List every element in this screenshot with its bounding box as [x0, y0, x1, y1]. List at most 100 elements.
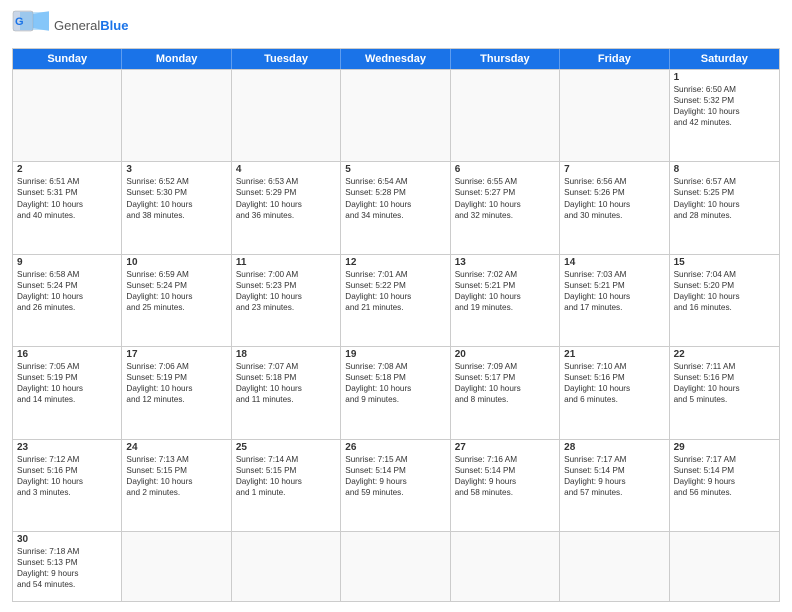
- day-headers: SundayMondayTuesdayWednesdayThursdayFrid…: [13, 49, 779, 69]
- calendar-cell: 14Sunrise: 7:03 AM Sunset: 5:21 PM Dayli…: [560, 255, 669, 346]
- cell-info: Sunrise: 7:04 AM Sunset: 5:20 PM Dayligh…: [674, 269, 775, 313]
- calendar-cell: 17Sunrise: 7:06 AM Sunset: 5:19 PM Dayli…: [122, 347, 231, 438]
- calendar-cell: 11Sunrise: 7:00 AM Sunset: 5:23 PM Dayli…: [232, 255, 341, 346]
- calendar-cell: 4Sunrise: 6:53 AM Sunset: 5:29 PM Daylig…: [232, 162, 341, 253]
- cell-info: Sunrise: 7:15 AM Sunset: 5:14 PM Dayligh…: [345, 454, 445, 498]
- day-header-monday: Monday: [122, 49, 231, 69]
- day-header-thursday: Thursday: [451, 49, 560, 69]
- week-row-0: 1Sunrise: 6:50 AM Sunset: 5:32 PM Daylig…: [13, 69, 779, 161]
- cell-day-number: 30: [17, 534, 117, 545]
- cell-day-number: 2: [17, 164, 117, 175]
- day-header-tuesday: Tuesday: [232, 49, 341, 69]
- calendar-cell: [560, 70, 669, 161]
- cell-info: Sunrise: 7:18 AM Sunset: 5:13 PM Dayligh…: [17, 546, 117, 590]
- calendar-cell: 23Sunrise: 7:12 AM Sunset: 5:16 PM Dayli…: [13, 440, 122, 531]
- cell-day-number: 27: [455, 442, 555, 453]
- cell-info: Sunrise: 6:52 AM Sunset: 5:30 PM Dayligh…: [126, 176, 226, 220]
- cell-day-number: 18: [236, 349, 336, 360]
- cell-info: Sunrise: 6:54 AM Sunset: 5:28 PM Dayligh…: [345, 176, 445, 220]
- calendar-cell: 9Sunrise: 6:58 AM Sunset: 5:24 PM Daylig…: [13, 255, 122, 346]
- calendar-cell: [122, 532, 231, 601]
- calendar-cell: 5Sunrise: 6:54 AM Sunset: 5:28 PM Daylig…: [341, 162, 450, 253]
- calendar-cell: 20Sunrise: 7:09 AM Sunset: 5:17 PM Dayli…: [451, 347, 560, 438]
- calendar-cell: [451, 70, 560, 161]
- cell-info: Sunrise: 7:02 AM Sunset: 5:21 PM Dayligh…: [455, 269, 555, 313]
- cell-info: Sunrise: 7:03 AM Sunset: 5:21 PM Dayligh…: [564, 269, 664, 313]
- calendar-cell: 26Sunrise: 7:15 AM Sunset: 5:14 PM Dayli…: [341, 440, 450, 531]
- cell-day-number: 25: [236, 442, 336, 453]
- cell-day-number: 1: [674, 72, 775, 83]
- cell-day-number: 19: [345, 349, 445, 360]
- cell-day-number: 17: [126, 349, 226, 360]
- calendar-cell: [13, 70, 122, 161]
- calendar-cell: 24Sunrise: 7:13 AM Sunset: 5:15 PM Dayli…: [122, 440, 231, 531]
- page: G GeneralBlue SundayMondayTuesdayWednesd…: [0, 0, 792, 612]
- cell-info: Sunrise: 6:51 AM Sunset: 5:31 PM Dayligh…: [17, 176, 117, 220]
- cell-day-number: 16: [17, 349, 117, 360]
- cell-day-number: 10: [126, 257, 226, 268]
- cell-day-number: 15: [674, 257, 775, 268]
- cell-day-number: 13: [455, 257, 555, 268]
- day-header-friday: Friday: [560, 49, 669, 69]
- cell-info: Sunrise: 7:17 AM Sunset: 5:14 PM Dayligh…: [674, 454, 775, 498]
- calendar-cell: 16Sunrise: 7:05 AM Sunset: 5:19 PM Dayli…: [13, 347, 122, 438]
- calendar-cell: [232, 532, 341, 601]
- calendar-cell: [341, 532, 450, 601]
- cell-day-number: 26: [345, 442, 445, 453]
- calendar-cell: 22Sunrise: 7:11 AM Sunset: 5:16 PM Dayli…: [670, 347, 779, 438]
- calendar-cell: 21Sunrise: 7:10 AM Sunset: 5:16 PM Dayli…: [560, 347, 669, 438]
- calendar-cell: 18Sunrise: 7:07 AM Sunset: 5:18 PM Dayli…: [232, 347, 341, 438]
- calendar-cell: 29Sunrise: 7:17 AM Sunset: 5:14 PM Dayli…: [670, 440, 779, 531]
- cell-info: Sunrise: 6:59 AM Sunset: 5:24 PM Dayligh…: [126, 269, 226, 313]
- cell-day-number: 14: [564, 257, 664, 268]
- day-header-saturday: Saturday: [670, 49, 779, 69]
- cell-info: Sunrise: 6:58 AM Sunset: 5:24 PM Dayligh…: [17, 269, 117, 313]
- day-header-sunday: Sunday: [13, 49, 122, 69]
- cell-day-number: 24: [126, 442, 226, 453]
- cell-day-number: 6: [455, 164, 555, 175]
- calendar-cell: 15Sunrise: 7:04 AM Sunset: 5:20 PM Dayli…: [670, 255, 779, 346]
- cell-day-number: 9: [17, 257, 117, 268]
- week-row-3: 16Sunrise: 7:05 AM Sunset: 5:19 PM Dayli…: [13, 346, 779, 438]
- calendar-cell: 6Sunrise: 6:55 AM Sunset: 5:27 PM Daylig…: [451, 162, 560, 253]
- calendar-cell: 13Sunrise: 7:02 AM Sunset: 5:21 PM Dayli…: [451, 255, 560, 346]
- cell-info: Sunrise: 7:08 AM Sunset: 5:18 PM Dayligh…: [345, 361, 445, 405]
- week-row-5: 30Sunrise: 7:18 AM Sunset: 5:13 PM Dayli…: [13, 531, 779, 601]
- calendar-cell: 8Sunrise: 6:57 AM Sunset: 5:25 PM Daylig…: [670, 162, 779, 253]
- logo: G GeneralBlue: [12, 10, 128, 42]
- header: G GeneralBlue: [12, 10, 780, 42]
- calendar: SundayMondayTuesdayWednesdayThursdayFrid…: [12, 48, 780, 602]
- calendar-cell: [560, 532, 669, 601]
- cell-day-number: 7: [564, 164, 664, 175]
- cell-info: Sunrise: 6:50 AM Sunset: 5:32 PM Dayligh…: [674, 84, 775, 128]
- cell-day-number: 11: [236, 257, 336, 268]
- cell-info: Sunrise: 7:17 AM Sunset: 5:14 PM Dayligh…: [564, 454, 664, 498]
- cell-info: Sunrise: 6:57 AM Sunset: 5:25 PM Dayligh…: [674, 176, 775, 220]
- cell-day-number: 5: [345, 164, 445, 175]
- week-row-2: 9Sunrise: 6:58 AM Sunset: 5:24 PM Daylig…: [13, 254, 779, 346]
- week-row-4: 23Sunrise: 7:12 AM Sunset: 5:16 PM Dayli…: [13, 439, 779, 531]
- cell-info: Sunrise: 7:11 AM Sunset: 5:16 PM Dayligh…: [674, 361, 775, 405]
- calendar-cell: 19Sunrise: 7:08 AM Sunset: 5:18 PM Dayli…: [341, 347, 450, 438]
- cell-day-number: 21: [564, 349, 664, 360]
- cell-info: Sunrise: 7:09 AM Sunset: 5:17 PM Dayligh…: [455, 361, 555, 405]
- calendar-cell: 30Sunrise: 7:18 AM Sunset: 5:13 PM Dayli…: [13, 532, 122, 601]
- day-header-wednesday: Wednesday: [341, 49, 450, 69]
- cell-info: Sunrise: 7:06 AM Sunset: 5:19 PM Dayligh…: [126, 361, 226, 405]
- week-row-1: 2Sunrise: 6:51 AM Sunset: 5:31 PM Daylig…: [13, 161, 779, 253]
- calendar-cell: 7Sunrise: 6:56 AM Sunset: 5:26 PM Daylig…: [560, 162, 669, 253]
- cell-day-number: 28: [564, 442, 664, 453]
- calendar-cell: 25Sunrise: 7:14 AM Sunset: 5:15 PM Dayli…: [232, 440, 341, 531]
- calendar-cell: 10Sunrise: 6:59 AM Sunset: 5:24 PM Dayli…: [122, 255, 231, 346]
- cell-day-number: 20: [455, 349, 555, 360]
- calendar-cell: [451, 532, 560, 601]
- calendar-cell: 27Sunrise: 7:16 AM Sunset: 5:14 PM Dayli…: [451, 440, 560, 531]
- cell-info: Sunrise: 6:53 AM Sunset: 5:29 PM Dayligh…: [236, 176, 336, 220]
- cell-info: Sunrise: 7:16 AM Sunset: 5:14 PM Dayligh…: [455, 454, 555, 498]
- svg-text:G: G: [15, 16, 24, 28]
- calendar-cell: [232, 70, 341, 161]
- cell-info: Sunrise: 7:13 AM Sunset: 5:15 PM Dayligh…: [126, 454, 226, 498]
- cell-info: Sunrise: 7:00 AM Sunset: 5:23 PM Dayligh…: [236, 269, 336, 313]
- cell-info: Sunrise: 6:56 AM Sunset: 5:26 PM Dayligh…: [564, 176, 664, 220]
- calendar-cell: 12Sunrise: 7:01 AM Sunset: 5:22 PM Dayli…: [341, 255, 450, 346]
